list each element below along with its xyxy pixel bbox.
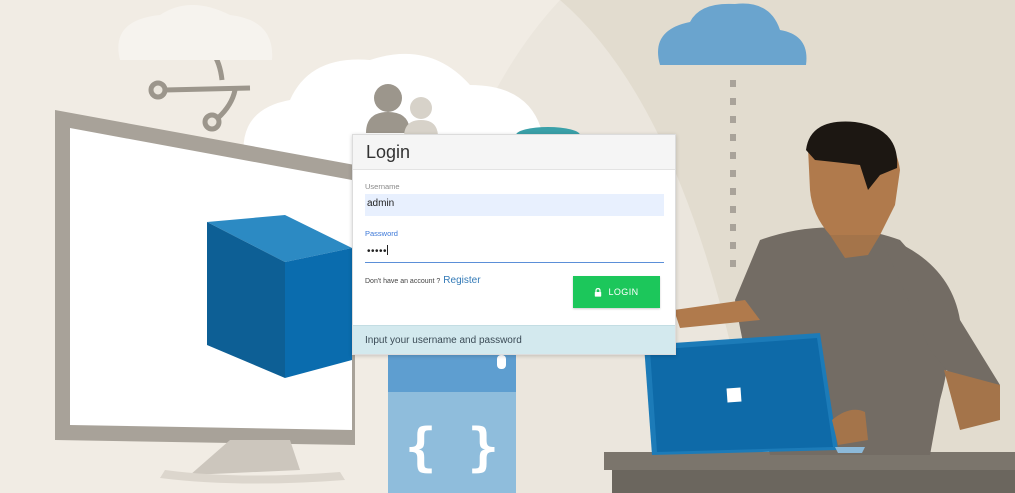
password-value: ••••• bbox=[367, 246, 388, 257]
username-label: Username bbox=[365, 182, 400, 191]
login-button-label: LOGIN bbox=[608, 287, 639, 297]
password-input[interactable]: ••••• bbox=[365, 241, 664, 263]
login-hint-text: Input your username and password bbox=[365, 334, 522, 346]
username-input[interactable]: admin bbox=[365, 194, 664, 216]
password-label: Password bbox=[365, 229, 398, 238]
register-prompt: Don't have an account ? bbox=[365, 278, 441, 285]
username-field: Username admin bbox=[365, 182, 664, 216]
code-braces-icon: { } bbox=[405, 418, 499, 478]
login-header: Login bbox=[353, 135, 675, 170]
login-hint-bar: Input your username and password bbox=[353, 325, 675, 354]
password-field: Password ••••• bbox=[365, 229, 664, 263]
cube-shape bbox=[207, 215, 352, 378]
login-title: Login bbox=[366, 141, 411, 162]
login-card: Login Username admin Password ••••• Don'… bbox=[352, 134, 676, 355]
login-button[interactable]: LOGIN bbox=[573, 276, 660, 308]
register-link[interactable]: Register bbox=[443, 275, 480, 286]
text-caret bbox=[387, 245, 389, 255]
register-row: Don't have an account ? Register bbox=[365, 275, 481, 286]
lock-icon bbox=[595, 287, 602, 297]
